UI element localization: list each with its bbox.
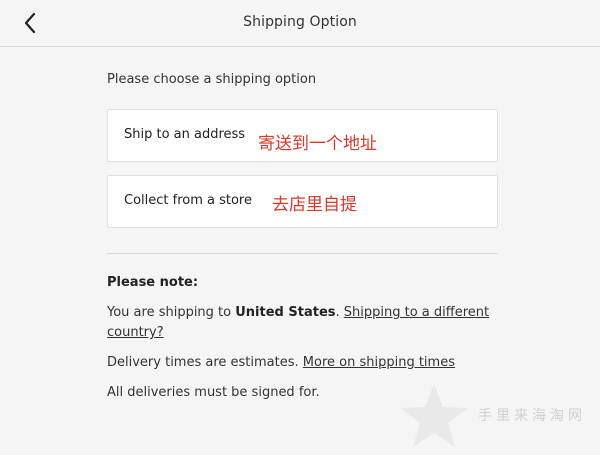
note-text: Delivery times are estimates. bbox=[107, 355, 303, 370]
option-label: Collect from a store bbox=[124, 193, 252, 208]
note-text: You are shipping to bbox=[107, 305, 236, 320]
page-title: Shipping Option bbox=[243, 14, 357, 30]
shipping-country-note: You are shipping to United States. Shipp… bbox=[107, 303, 498, 343]
note-heading: Please note: bbox=[107, 275, 199, 290]
watermark: 手里来海淘网 bbox=[398, 380, 598, 450]
signature-note: All deliveries must be signed for. bbox=[107, 385, 320, 400]
watermark-text: 手里来海淘网 bbox=[478, 408, 586, 424]
delivery-times-note: Delivery times are estimates. More on sh… bbox=[107, 353, 455, 373]
shipping-prompt: Please choose a shipping option bbox=[107, 72, 317, 87]
country-name: United States bbox=[235, 305, 336, 320]
shipping-times-link[interactable]: More on shipping times bbox=[303, 355, 455, 370]
option-annotation: 寄送到一个地址 bbox=[258, 134, 377, 154]
divider bbox=[107, 253, 498, 254]
note-text: . bbox=[335, 305, 344, 320]
option-collect-from-store[interactable]: Collect from a store 去店里自提 bbox=[107, 175, 498, 228]
app-header: Shipping Option bbox=[0, 0, 600, 47]
option-label: Ship to an address bbox=[124, 127, 246, 142]
option-ship-to-address[interactable]: Ship to an address 寄送到一个地址 bbox=[107, 109, 498, 162]
option-annotation: 去店里自提 bbox=[272, 195, 357, 215]
star-icon bbox=[400, 384, 468, 447]
